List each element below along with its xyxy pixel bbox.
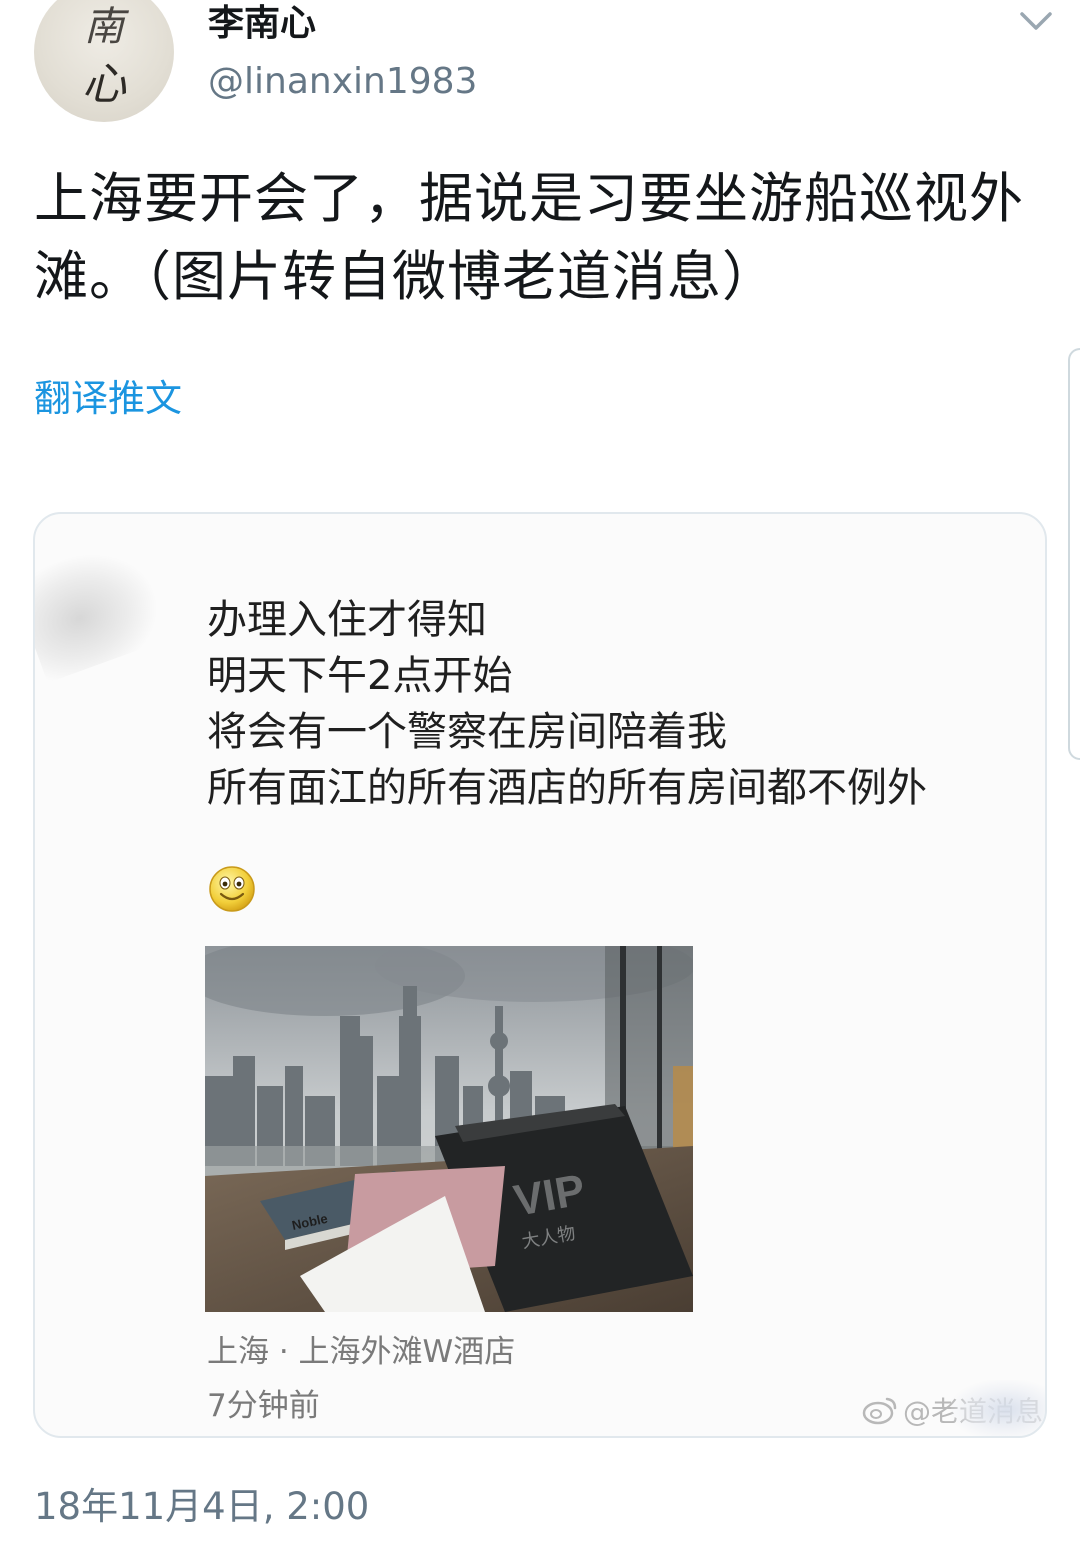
translate-tweet-link[interactable]: 翻译推文 — [34, 374, 182, 424]
avatar[interactable]: 南 心 — [34, 0, 174, 122]
post-line: 所有面江的所有酒店的所有房间都不例外 — [207, 765, 927, 811]
location-text: 上海 · 上海外滩W酒店 — [207, 1334, 516, 1370]
post-line: 将会有一个警察在房间陪着我 — [207, 709, 727, 755]
media-card[interactable]: 办理入住才得知 明天下午2点开始 将会有一个警察在房间陪着我 所有面江的所有酒店… — [33, 512, 1047, 1438]
author-handle[interactable]: @linanxin1983 — [208, 62, 477, 102]
relative-time: 7分钟前 — [207, 1388, 320, 1424]
avatar-calligraphy-top: 南 — [84, 4, 124, 50]
watermark-blur — [951, 1380, 1045, 1436]
tweet-detail-page: 南 心 李南心 @linanxin1983 上海要开会了，据说是习要坐游船巡视外… — [0, 0, 1080, 1552]
tweet-timestamp[interactable]: 18年11月4日, 2:00 — [34, 1484, 369, 1530]
avatar-calligraphy-bottom: 心 — [82, 59, 126, 110]
screenshot-post-text: 办理入住才得知 明天下午2点开始 将会有一个警察在房间陪着我 所有面江的所有酒店… — [207, 592, 927, 816]
post-line: 明天下午2点开始 — [207, 653, 513, 699]
image-blot — [35, 535, 170, 683]
post-line: 办理入住才得知 — [207, 597, 487, 643]
side-panel-edge — [1068, 348, 1080, 760]
tweet-text: 上海要开会了，据说是习要坐游船巡视外滩。（图片转自微博老道消息） — [34, 167, 1024, 308]
hotel-window-photo[interactable]: Noble VIP 大人物 — [205, 946, 693, 1312]
chevron-down-icon[interactable] — [1016, 6, 1056, 36]
weibo-watermark: @老道消息 — [861, 1380, 1045, 1436]
author-display-name[interactable]: 李南心 — [208, 4, 316, 44]
smiley-face-icon — [207, 864, 257, 914]
weibo-logo-icon — [862, 1397, 897, 1425]
